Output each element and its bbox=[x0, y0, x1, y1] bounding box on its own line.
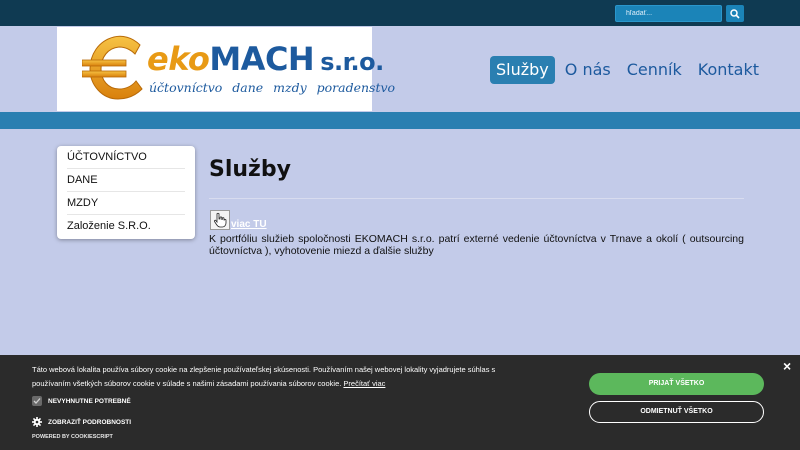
nav-item-kontakt[interactable]: Kontakt bbox=[692, 56, 765, 84]
more-info-link[interactable]: viac TU bbox=[231, 219, 267, 230]
cookie-powered-by: POWERED BY COOKIESCRIPT bbox=[32, 434, 113, 440]
cookie-details-toggle[interactable]: ZOBRAZIŤ PODROBNOSTI bbox=[32, 417, 131, 427]
header-strip bbox=[0, 112, 800, 129]
cookie-banner: × Táto webová lokalita používa súbory co… bbox=[0, 355, 800, 450]
cookie-necessary-label: NEVYHNUTNE POTREBNÉ bbox=[48, 397, 131, 405]
intro-paragraph: K portfóliu služieb spoločnosti EKOMACH … bbox=[209, 233, 744, 257]
cookie-necessary-checkbox[interactable] bbox=[32, 396, 42, 406]
gear-icon bbox=[32, 417, 42, 427]
reject-all-button[interactable]: ODMIETNUŤ VŠETKO bbox=[589, 401, 764, 423]
checkmark-icon bbox=[33, 398, 41, 404]
cookie-details-label: ZOBRAZIŤ PODROBNOSTI bbox=[48, 418, 132, 426]
sidebar-menu: ÚČTOVNÍCTVO DANE MZDY Založenie S.R.O. bbox=[57, 146, 195, 239]
cookie-message: Táto webová lokalita používa súbory cook… bbox=[32, 365, 496, 388]
euro-coin-icon bbox=[82, 35, 143, 100]
cookie-read-more-link[interactable]: Prečítať viac bbox=[343, 379, 385, 388]
title-divider bbox=[209, 198, 744, 199]
hand-pointer-icon[interactable] bbox=[210, 210, 230, 230]
more-link-group: viac TU bbox=[210, 210, 267, 230]
logo-wordmark: ekoMACH s.r.o. bbox=[147, 41, 384, 80]
nav-item-sluzby[interactable]: Služby bbox=[490, 56, 555, 84]
main-nav: Služby O nás Cenník Kontakt bbox=[490, 56, 769, 84]
sidebar-item-mzdy[interactable]: MZDY bbox=[67, 192, 185, 215]
top-bar bbox=[0, 0, 800, 26]
search-input[interactable] bbox=[615, 5, 722, 22]
cookie-necessary-row: NEVYHNUTNE POTREBNÉ bbox=[32, 396, 131, 406]
company-logo[interactable]: ekoMACH s.r.o. účtovníctvo dane mzdy pora… bbox=[57, 27, 395, 111]
search-icon bbox=[730, 8, 740, 19]
logo-sro: s.r.o. bbox=[320, 48, 384, 76]
nav-item-cennik[interactable]: Cenník bbox=[621, 56, 688, 84]
logo-tagline: účtovníctvo dane mzdy poradenstvo bbox=[149, 80, 396, 95]
sidebar-item-zalozenie-sro[interactable]: Založenie S.R.O. bbox=[67, 215, 185, 238]
logo-mach: MACH bbox=[209, 40, 315, 78]
accept-all-button[interactable]: PRIJAŤ VŠETKO bbox=[589, 373, 764, 395]
page-title: Služby bbox=[209, 157, 291, 182]
sidebar-item-uctovnictvo[interactable]: ÚČTOVNÍCTVO bbox=[67, 146, 185, 169]
cookie-close-button[interactable]: × bbox=[783, 359, 791, 373]
search-button[interactable] bbox=[726, 5, 744, 22]
logo-eko: eko bbox=[147, 40, 210, 78]
cookie-text: Táto webová lokalita používa súbory cook… bbox=[32, 363, 502, 391]
nav-item-o-nas[interactable]: O nás bbox=[559, 56, 617, 84]
sidebar-item-dane[interactable]: DANE bbox=[67, 169, 185, 192]
